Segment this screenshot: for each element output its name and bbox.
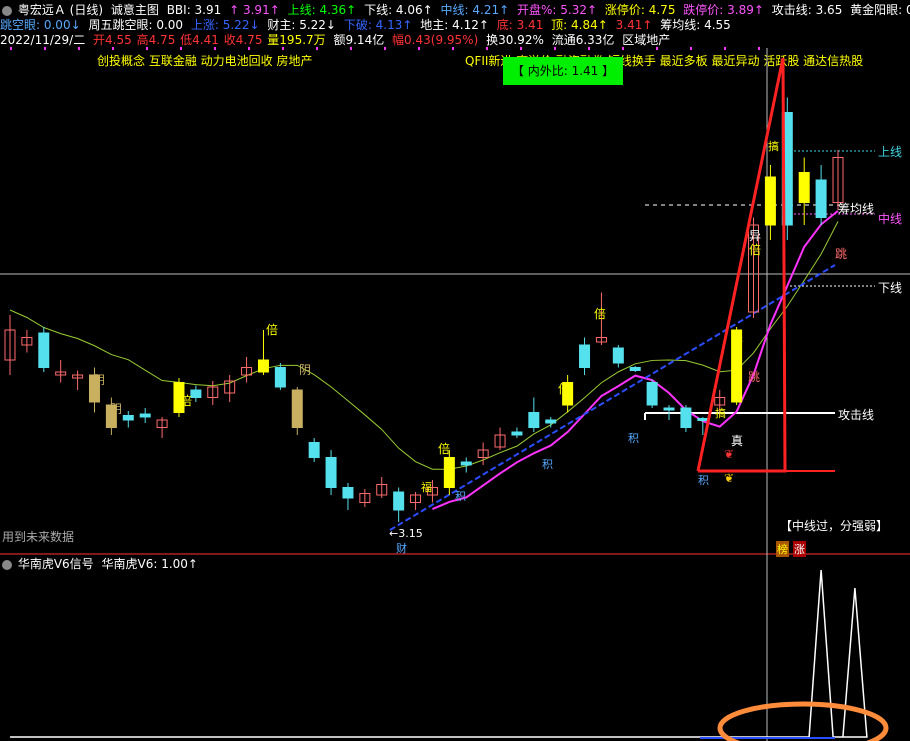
candle-body xyxy=(663,407,675,411)
dot-marker xyxy=(622,47,624,50)
candle-body xyxy=(815,179,827,218)
low-price-label: ←3.15 xyxy=(389,527,423,540)
dot-marker xyxy=(78,47,80,50)
dot-marker xyxy=(248,47,250,50)
ji-label-2: 积 xyxy=(542,458,553,471)
dot-marker xyxy=(316,47,318,50)
label-lower: 下线 xyxy=(878,281,903,295)
dot-marker xyxy=(214,47,216,50)
sub-dropdown-icon[interactable] xyxy=(2,559,12,570)
dot-marker xyxy=(10,47,12,50)
orange-highlight-ellipse xyxy=(717,701,889,741)
shang-label: 搞 xyxy=(768,140,779,153)
candle-body xyxy=(612,347,624,364)
ji-label-4: 积 xyxy=(698,474,709,487)
candle-body xyxy=(257,359,269,373)
candle-body xyxy=(629,367,641,371)
candle-body xyxy=(325,457,337,488)
top-dot-markers xyxy=(10,47,760,50)
dot-marker xyxy=(656,47,658,50)
dot-marker xyxy=(44,47,46,50)
shang-label-2: 搞 xyxy=(715,407,726,420)
candle-body xyxy=(122,415,134,421)
dot-marker xyxy=(146,47,148,50)
candle-body xyxy=(579,344,591,368)
candle-body xyxy=(443,457,455,488)
dot-marker xyxy=(554,47,556,50)
candles-group xyxy=(4,97,844,522)
future-data-notice: 用到未来数据 xyxy=(2,530,75,544)
label-middle: 中线 xyxy=(878,212,903,226)
label-attack: 攻击线 xyxy=(838,408,875,422)
ma-line-magenta xyxy=(432,210,839,511)
cai-marker: 财 xyxy=(396,542,407,555)
ji-label-3: 积 xyxy=(455,490,466,503)
ma-line-green xyxy=(9,221,839,470)
sub-panel-title: 华南虎V6信号 xyxy=(17,557,94,571)
mid-pass-note: 【中线过，分强弱】 xyxy=(780,519,889,533)
candle-body xyxy=(308,442,320,458)
dot-marker xyxy=(520,47,522,50)
dot-marker xyxy=(112,47,114,50)
dot-marker xyxy=(418,47,420,50)
bei-label-3: 倍 xyxy=(438,442,451,456)
ji-label-1: 积 xyxy=(628,432,639,445)
dot-marker xyxy=(282,47,284,50)
butterfly-icon-red: ❦ xyxy=(724,447,735,461)
ratio-box: 【 内外比: 1.41 】 xyxy=(503,57,623,85)
candle-body xyxy=(545,419,557,424)
bang-badge: 榜 xyxy=(776,541,789,557)
bei-label-5: 倍 xyxy=(594,307,607,321)
label-upper: 上线 xyxy=(878,145,903,159)
dot-marker xyxy=(690,47,692,50)
candle-body xyxy=(393,491,405,511)
candle-body xyxy=(646,382,658,406)
candle-body xyxy=(291,389,303,428)
dot-marker xyxy=(180,47,182,50)
candle-body xyxy=(528,412,540,428)
bei-label-4: 倍 xyxy=(558,382,571,396)
price-chart[interactable] xyxy=(0,0,910,741)
candle-body xyxy=(190,389,202,398)
dot-marker xyxy=(758,47,760,50)
candle-body xyxy=(680,407,692,428)
candle-body xyxy=(274,367,286,388)
bei-label-6: 倍 xyxy=(731,335,744,349)
candle-body xyxy=(38,332,50,368)
sub-panel-value: 华南虎V6: 1.00↑ xyxy=(101,557,198,571)
sub-panel-header: 华南虎V6信号 华南虎V6: 1.00↑ xyxy=(0,556,202,572)
fu-label: 福 xyxy=(421,481,432,494)
candle-body xyxy=(139,413,151,418)
red-triangle xyxy=(696,57,787,473)
candle-body xyxy=(798,172,810,203)
candle-body xyxy=(342,487,354,499)
dot-marker xyxy=(724,47,726,50)
dot-marker xyxy=(350,47,352,50)
candle-body xyxy=(697,418,709,421)
tiao-label-2: 跳 xyxy=(835,247,848,261)
butterfly-icon-yellow: ❦ xyxy=(724,471,735,485)
yi-label: 异 xyxy=(749,229,762,243)
dot-marker xyxy=(384,47,386,50)
tiao-label-1: 跳 xyxy=(748,370,761,384)
candle-body xyxy=(764,176,776,226)
yin-label-1: 阴 xyxy=(93,373,106,387)
yin-label-2: 阴 xyxy=(110,402,123,416)
candle-body xyxy=(511,431,523,436)
bei-label-2: 倍 xyxy=(180,394,193,408)
dot-marker xyxy=(588,47,590,50)
label-chip-avg: 筹均线 xyxy=(838,202,875,216)
candle-body xyxy=(460,461,472,466)
dot-marker xyxy=(452,47,454,50)
yin-label-3: 阴 xyxy=(299,363,312,377)
bei-label-1: 倍 xyxy=(266,323,279,337)
zhang-badge: 涨 xyxy=(793,541,806,557)
dot-marker xyxy=(486,47,488,50)
